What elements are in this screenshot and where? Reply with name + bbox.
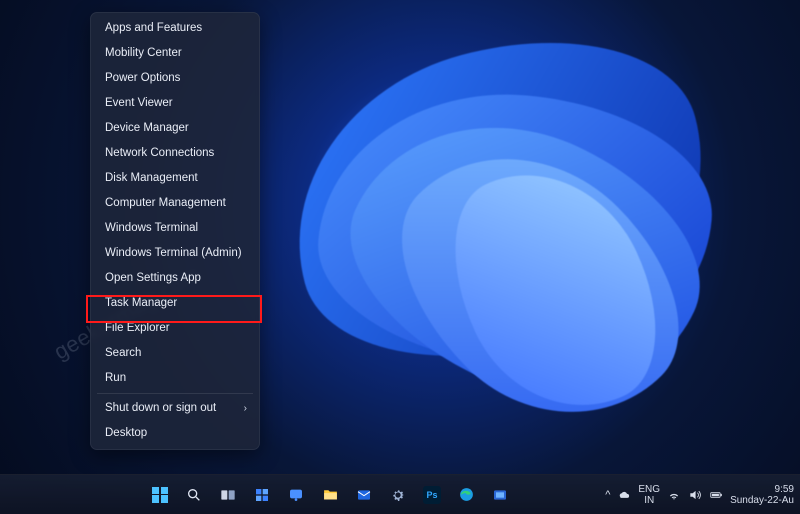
menu-item-label: Windows Terminal [105, 221, 198, 236]
menu-item-label: Network Connections [105, 146, 214, 161]
tray-overflow-chevron-icon[interactable]: ^ [605, 489, 610, 501]
menu-item-windows-terminal[interactable]: Windows Terminal [91, 216, 259, 241]
menu-item-open-settings-app[interactable]: Open Settings App [91, 266, 259, 291]
taskbar-clock[interactable]: 9:59 Sunday-22-Au [730, 484, 794, 506]
menu-item-label: Search [105, 346, 141, 361]
edge-icon[interactable] [452, 481, 480, 509]
task-view-icon[interactable] [214, 481, 242, 509]
menu-item-label: Open Settings App [105, 271, 201, 286]
menu-item-label: Power Options [105, 71, 180, 86]
language-indicator[interactable]: ENG IN [638, 484, 660, 506]
language-bottom: IN [638, 495, 660, 506]
volume-icon[interactable] [688, 488, 702, 502]
menu-item-network-connections[interactable]: Network Connections [91, 141, 259, 166]
wifi-icon[interactable] [667, 488, 681, 502]
settings-icon[interactable] [384, 481, 412, 509]
menu-item-file-explorer[interactable]: File Explorer [91, 316, 259, 341]
menu-item-label: Windows Terminal (Admin) [105, 246, 242, 261]
menu-item-computer-management[interactable]: Computer Management [91, 191, 259, 216]
menu-item-label: Event Viewer [105, 96, 173, 111]
photoshop-icon[interactable]: Ps [418, 481, 446, 509]
menu-item-label: Computer Management [105, 196, 226, 211]
menu-separator [97, 393, 253, 394]
mail-icon[interactable] [350, 481, 378, 509]
menu-item-disk-management[interactable]: Disk Management [91, 166, 259, 191]
search-icon[interactable] [180, 481, 208, 509]
clock-time: 9:59 [730, 484, 794, 495]
menu-item-search[interactable]: Search [91, 341, 259, 366]
menu-item-label: Task Manager [105, 296, 177, 311]
menu-item-label: Apps and Features [105, 21, 202, 36]
snip-icon[interactable] [486, 481, 514, 509]
menu-item-label: Device Manager [105, 121, 189, 136]
menu-item-device-manager[interactable]: Device Manager [91, 116, 259, 141]
file-explorer-icon[interactable] [316, 481, 344, 509]
menu-item-shut-down-or-sign-out[interactable]: Shut down or sign out › [91, 396, 259, 421]
language-top: ENG [638, 484, 660, 495]
onedrive-icon[interactable] [617, 488, 631, 502]
menu-item-label: Desktop [105, 426, 147, 441]
chevron-right-icon: › [244, 401, 247, 416]
menu-item-power-options[interactable]: Power Options [91, 66, 259, 91]
widgets-icon[interactable] [248, 481, 276, 509]
battery-icon[interactable] [709, 488, 723, 502]
menu-item-label: Mobility Center [105, 46, 182, 61]
clock-date: Sunday-22-Au [730, 495, 794, 506]
menu-item-label: Disk Management [105, 171, 198, 186]
winx-context-menu: Apps and Features Mobility Center Power Op… [90, 12, 260, 450]
menu-item-desktop[interactable]: Desktop [91, 421, 259, 446]
menu-item-label: Shut down or sign out [105, 401, 216, 416]
start-icon[interactable] [146, 481, 174, 509]
menu-item-event-viewer[interactable]: Event Viewer [91, 91, 259, 116]
taskbar-systray: ^ ENG IN 9:59 Sunday-22-Au [605, 475, 794, 514]
menu-item-mobility-center[interactable]: Mobility Center [91, 41, 259, 66]
menu-item-task-manager[interactable]: Task Manager [91, 291, 259, 316]
menu-item-label: File Explorer [105, 321, 170, 336]
chat-icon[interactable] [282, 481, 310, 509]
menu-item-run[interactable]: Run [91, 366, 259, 391]
menu-item-label: Run [105, 371, 126, 386]
menu-item-windows-terminal-admin[interactable]: Windows Terminal (Admin) [91, 241, 259, 266]
taskbar: Ps ^ ENG IN 9:59 Sunday-22-Au [0, 474, 800, 514]
taskbar-center: Ps [146, 481, 514, 509]
menu-item-apps-and-features[interactable]: Apps and Features [91, 16, 259, 41]
